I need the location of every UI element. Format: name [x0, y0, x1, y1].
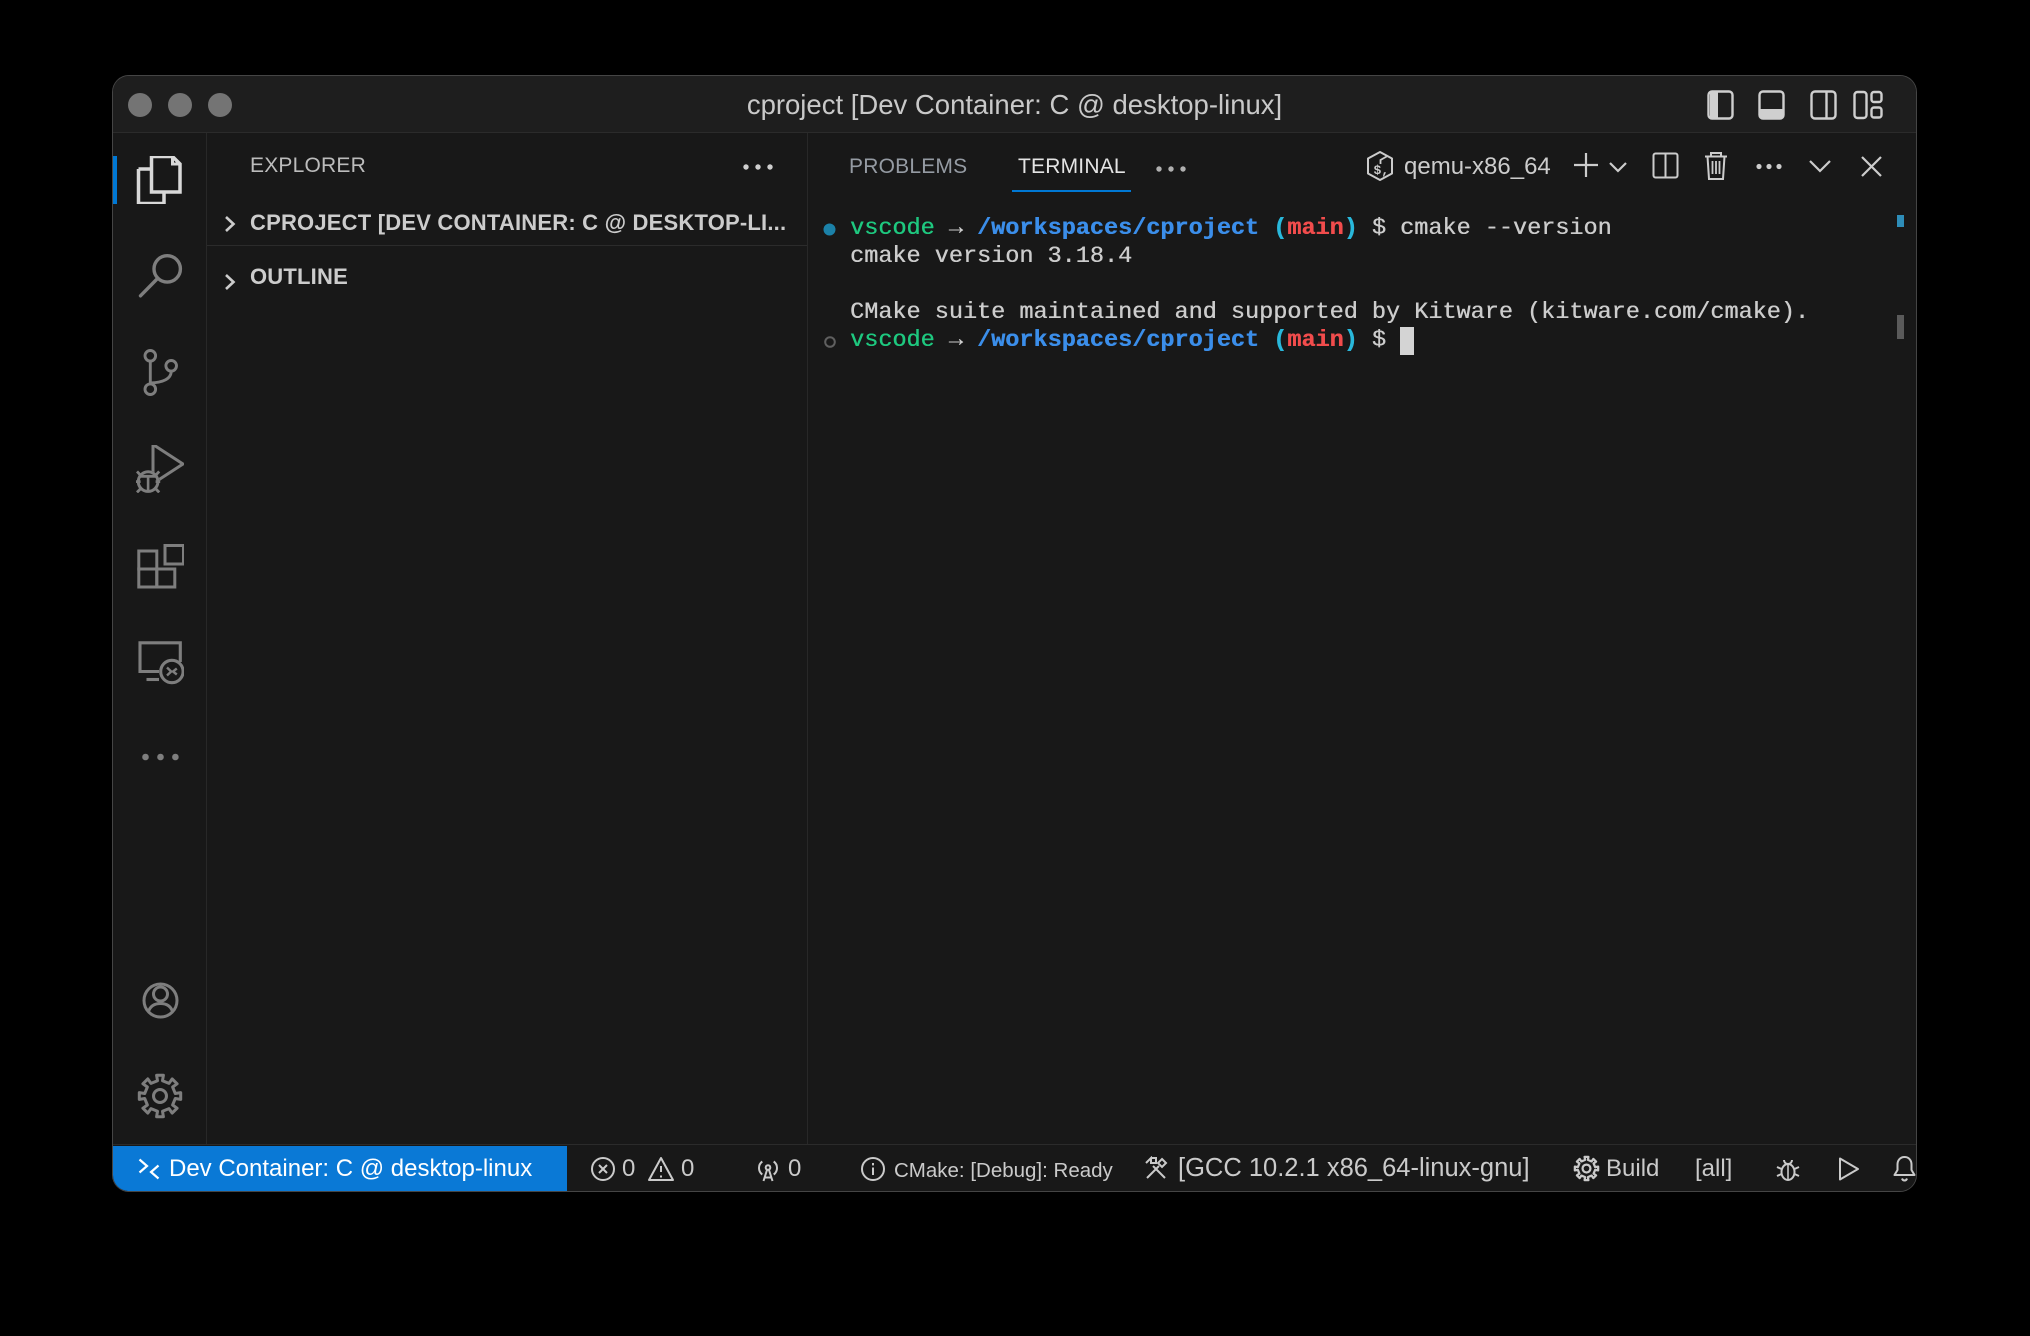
svg-text:$,: $, [1374, 163, 1390, 178]
